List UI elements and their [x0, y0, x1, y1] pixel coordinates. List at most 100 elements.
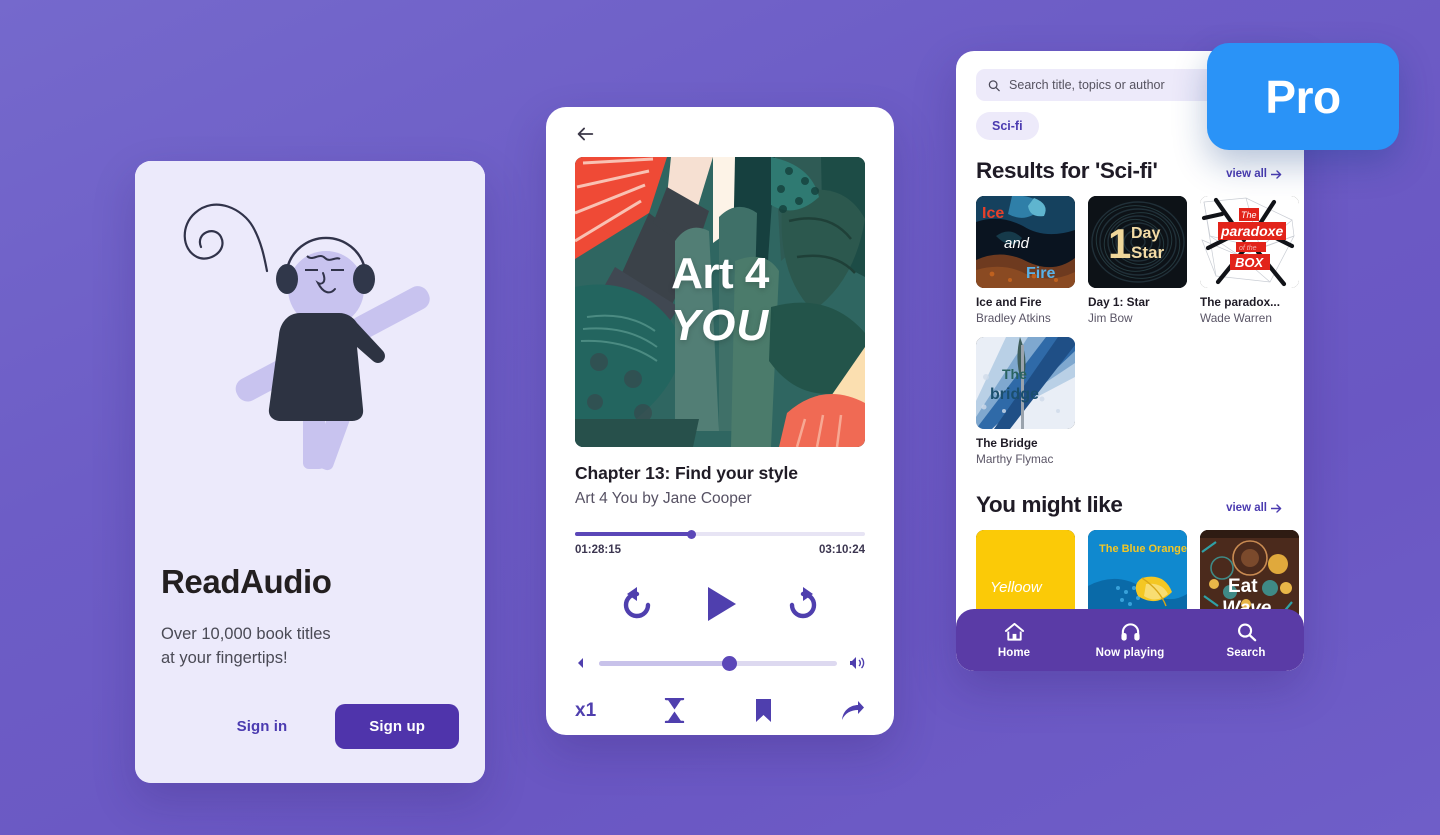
paradoxe-of-the-box-cover: The paradoxe of the BOX [1200, 196, 1299, 288]
progress-knob[interactable] [686, 529, 696, 539]
progress-fill [575, 532, 691, 536]
nav-item-now-playing[interactable]: Now playing [1072, 622, 1188, 659]
time-row: 01:28:15 03:10:24 [575, 544, 865, 556]
search-icon [1237, 623, 1256, 641]
forward-30-icon[interactable] [784, 585, 822, 623]
share-icon[interactable] [841, 700, 865, 722]
ice-and-fire-cover: Ice and Fire [976, 196, 1075, 288]
sign-in-link[interactable]: Sign in [237, 718, 288, 735]
hourglass-icon[interactable] [664, 698, 685, 723]
svg-text:The Blue Orange: The Blue Orange [1099, 543, 1187, 555]
poster-stage: ReadAudio Over 10,000 book titles at you… [0, 0, 1440, 835]
book-author: Jim Bow [1088, 311, 1133, 325]
book-author: Bradley Atkins [976, 311, 1051, 325]
person-with-headphones-illustration [135, 161, 485, 473]
progress-slider[interactable] [575, 529, 865, 539]
album-cover[interactable]: Art 4 YOU [575, 157, 865, 447]
app-title: ReadAudio [161, 563, 332, 600]
book-title: The paradox... [1200, 295, 1280, 309]
track-subtitle: Art 4 You by Jane Cooper [575, 490, 752, 507]
nav-label-search: Search [1226, 646, 1266, 659]
transport-controls [546, 582, 894, 626]
results-grid: Ice and Fire Ice and Fire Bradley Atkins [956, 184, 1304, 466]
volume-section [575, 655, 865, 671]
nav-item-search[interactable]: Search [1188, 622, 1304, 659]
play-icon[interactable] [698, 582, 742, 626]
day-1-star-cover: 1 Day Star [1088, 196, 1187, 288]
app-subtitle: Over 10,000 book titles at your fingerti… [161, 625, 331, 667]
total-duration: 03:10:24 [818, 544, 865, 556]
svg-text:paradoxe: paradoxe [1220, 223, 1283, 239]
onboarding-card: ReadAudio Over 10,000 book titles at you… [135, 161, 485, 783]
home-icon [1004, 622, 1024, 641]
svg-text:Ice: Ice [982, 205, 1004, 222]
pro-badge[interactable]: Pro [1207, 43, 1399, 150]
svg-text:BOX: BOX [1235, 255, 1265, 270]
results-view-all-label: view all [1226, 168, 1267, 180]
search-icon [988, 79, 1000, 91]
progress-section: 01:28:15 03:10:24 [575, 529, 865, 556]
book-title: Day 1: Star [1088, 295, 1150, 309]
book-tile[interactable]: Ice and Fire Ice and Fire Bradley Atkins [976, 196, 1075, 325]
ice-and-fire-artwork: Ice and Fire [976, 196, 1075, 288]
playback-speed-button[interactable]: x1 [575, 700, 596, 722]
svg-text:The: The [1241, 210, 1257, 220]
results-section-title: Results for 'Sci-fi' [976, 158, 1158, 183]
volume-knob[interactable] [722, 655, 738, 671]
onboarding-actions: Sign in Sign up [161, 704, 459, 749]
svg-text:The: The [1002, 366, 1027, 382]
book-tile[interactable]: 1 Day Star Day 1: Star Jim Bow [1088, 196, 1187, 325]
svg-text:Eat: Eat [1228, 576, 1258, 597]
album-cover-artwork [575, 157, 865, 447]
nav-label-now-playing: Now playing [1095, 646, 1165, 659]
book-author: Marthy Flymac [976, 452, 1054, 466]
book-title: Ice and Fire [976, 295, 1042, 309]
book-tile[interactable]: The paradoxe of the BOX The paradox... W… [1200, 196, 1299, 325]
svg-text:Day: Day [1131, 225, 1160, 242]
day-1-star-artwork: 1 Day Star [1088, 196, 1187, 288]
bookmark-icon[interactable] [754, 698, 773, 723]
headphones-icon [1120, 622, 1140, 641]
arrow-right-icon [1271, 503, 1282, 513]
track-title: Chapter 13: Find your style [575, 463, 798, 483]
volume-up-icon[interactable] [849, 656, 865, 670]
nav-item-home[interactable]: Home [956, 622, 1072, 659]
the-bridge-artwork: The bridge [976, 337, 1075, 429]
volume-slider[interactable] [599, 655, 837, 671]
results-view-all-link[interactable]: view all [1226, 168, 1282, 184]
svg-text:bridge: bridge [990, 386, 1039, 403]
elapsed-time: 01:28:15 [575, 544, 622, 556]
player-header [546, 107, 894, 151]
volume-fill [599, 660, 730, 666]
player-tools: x1 [575, 698, 865, 723]
bottom-navigation: Home Now playing Search [956, 609, 1304, 671]
rewind-15-icon[interactable] [618, 585, 656, 623]
recommendations-grid: Yelloow The Blue Orange Eat [956, 518, 1304, 622]
book-tile[interactable]: The bridge The Bridge Marthy Flymac [976, 337, 1075, 466]
player-card: Art 4 YOU Chapter 13: Find your style Ar… [546, 107, 894, 735]
nav-label-home: Home [997, 646, 1031, 659]
svg-text:Yelloow: Yelloow [990, 579, 1043, 596]
arrow-right-icon [1271, 169, 1282, 179]
chip-sci-fi[interactable]: Sci-fi [976, 112, 1039, 140]
sign-up-button[interactable]: Sign up [335, 704, 459, 749]
onboarding-illustration [135, 161, 485, 473]
recommendations-section-title: You might like [976, 492, 1123, 517]
pro-badge-label: Pro [1265, 70, 1341, 123]
volume-down-icon[interactable] [575, 657, 587, 669]
svg-text:of the: of the [1239, 245, 1257, 252]
arrow-left-icon[interactable] [574, 123, 596, 145]
recommendations-view-all-label: view all [1226, 502, 1267, 514]
svg-text:and: and [1004, 235, 1030, 252]
book-title: The Bridge [976, 436, 1038, 450]
paradoxe-of-the-box-artwork: The paradoxe of the BOX [1200, 196, 1299, 288]
book-author: Wade Warren [1200, 311, 1272, 325]
recommendations-section-header: You might like view all [956, 466, 1304, 518]
onboarding-body: ReadAudio Over 10,000 book titles at you… [135, 535, 485, 783]
recommendations-view-all-link[interactable]: view all [1226, 502, 1282, 518]
svg-text:Fire: Fire [1026, 265, 1055, 282]
track-meta: Chapter 13: Find your style Art 4 You by… [546, 447, 894, 508]
svg-text:1: 1 [1108, 220, 1131, 267]
svg-text:Star: Star [1131, 243, 1164, 262]
the-bridge-cover: The bridge [976, 337, 1075, 429]
